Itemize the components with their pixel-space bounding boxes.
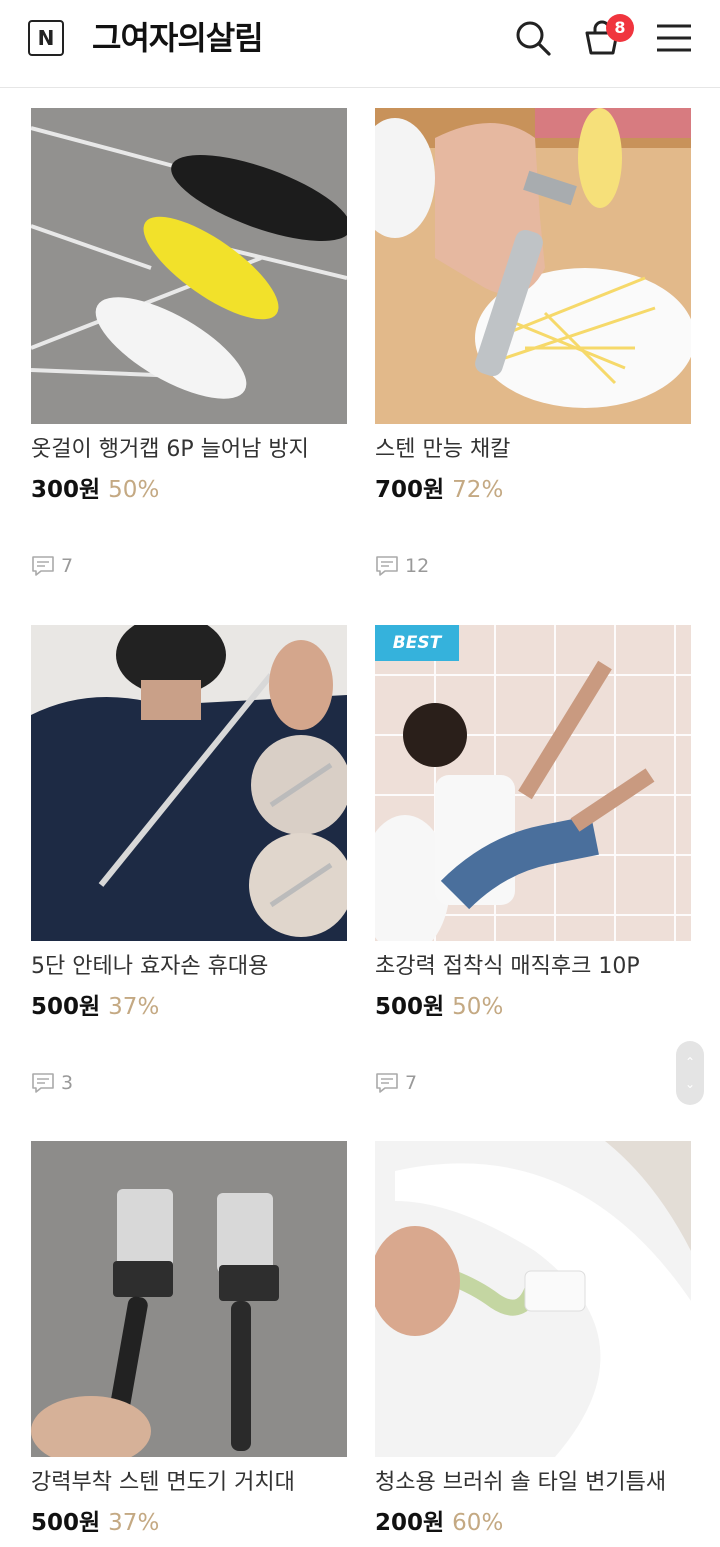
product-image-cleaning-brush[interactable] bbox=[375, 1141, 691, 1457]
best-badge: BEST bbox=[375, 625, 459, 661]
header-bar: N 그여자의살림 8 bbox=[0, 0, 720, 88]
scroll-up-down-widget[interactable]: ⌃ ⌄ bbox=[676, 1041, 704, 1105]
product-image-back-scratcher[interactable] bbox=[31, 625, 347, 941]
product-title[interactable]: 5단 안테나 효자손 휴대용 bbox=[31, 952, 361, 982]
cart-count-badge: 8 bbox=[606, 14, 634, 42]
search-icon[interactable] bbox=[513, 18, 553, 58]
product-price: 500원 bbox=[31, 994, 101, 1020]
review-comment-icon bbox=[376, 1073, 398, 1093]
product-title[interactable]: 강력부착 스텐 면도기 거치대 bbox=[31, 1468, 361, 1498]
product-price: 700원 bbox=[375, 477, 445, 503]
price-row: 700원 72% bbox=[375, 474, 503, 508]
product-price: 200원 bbox=[375, 1510, 445, 1536]
product-title[interactable]: 스텐 만능 채칼 bbox=[375, 435, 705, 465]
review-count[interactable]: 7 bbox=[31, 552, 73, 580]
review-count-value: 3 bbox=[61, 1072, 74, 1094]
review-count-value: 7 bbox=[61, 555, 74, 577]
price-row: 500원 37% bbox=[31, 991, 159, 1025]
review-comment-icon bbox=[376, 556, 398, 576]
review-count-value: 12 bbox=[405, 555, 430, 577]
discount-rate: 37% bbox=[108, 994, 160, 1020]
discount-rate: 50% bbox=[108, 477, 160, 503]
price-row: 300원 50% bbox=[31, 474, 159, 508]
product-title[interactable]: 청소용 브러쉬 솔 타일 변기틈새 bbox=[375, 1468, 705, 1498]
price-row: 500원 50% bbox=[375, 991, 503, 1025]
product-price: 500원 bbox=[31, 1510, 101, 1536]
price-row: 200원 60% bbox=[375, 1507, 503, 1541]
discount-rate: 60% bbox=[452, 1510, 504, 1536]
review-count[interactable]: 12 bbox=[375, 552, 429, 580]
review-count-value: 7 bbox=[405, 1072, 418, 1094]
logo-icon[interactable]: N bbox=[28, 20, 64, 56]
product-price: 500원 bbox=[375, 994, 445, 1020]
chevron-down-icon[interactable]: ⌄ bbox=[676, 1077, 704, 1091]
product-image-razor-holder[interactable] bbox=[31, 1141, 347, 1457]
discount-rate: 50% bbox=[452, 994, 504, 1020]
menu-icon[interactable] bbox=[654, 18, 694, 58]
product-price: 300원 bbox=[31, 477, 101, 503]
chevron-up-icon[interactable]: ⌃ bbox=[676, 1055, 704, 1069]
discount-rate: 37% bbox=[108, 1510, 160, 1536]
discount-rate: 72% bbox=[452, 477, 504, 503]
product-image-peeler[interactable] bbox=[375, 108, 691, 424]
review-comment-icon bbox=[32, 1073, 54, 1093]
product-image-hanger-caps[interactable] bbox=[31, 108, 347, 424]
product-title[interactable]: 초강력 접착식 매직후크 10P bbox=[375, 952, 705, 982]
review-comment-icon bbox=[32, 556, 54, 576]
review-count[interactable]: 7 bbox=[375, 1069, 417, 1097]
review-count[interactable]: 3 bbox=[31, 1069, 73, 1097]
price-row: 500원 37% bbox=[31, 1507, 159, 1541]
store-name[interactable]: 그여자의살림 bbox=[92, 14, 264, 62]
product-title[interactable]: 옷걸이 행거캡 6P 늘어남 방지 bbox=[31, 435, 361, 465]
product-image-magic-hook[interactable]: BEST bbox=[375, 625, 691, 941]
